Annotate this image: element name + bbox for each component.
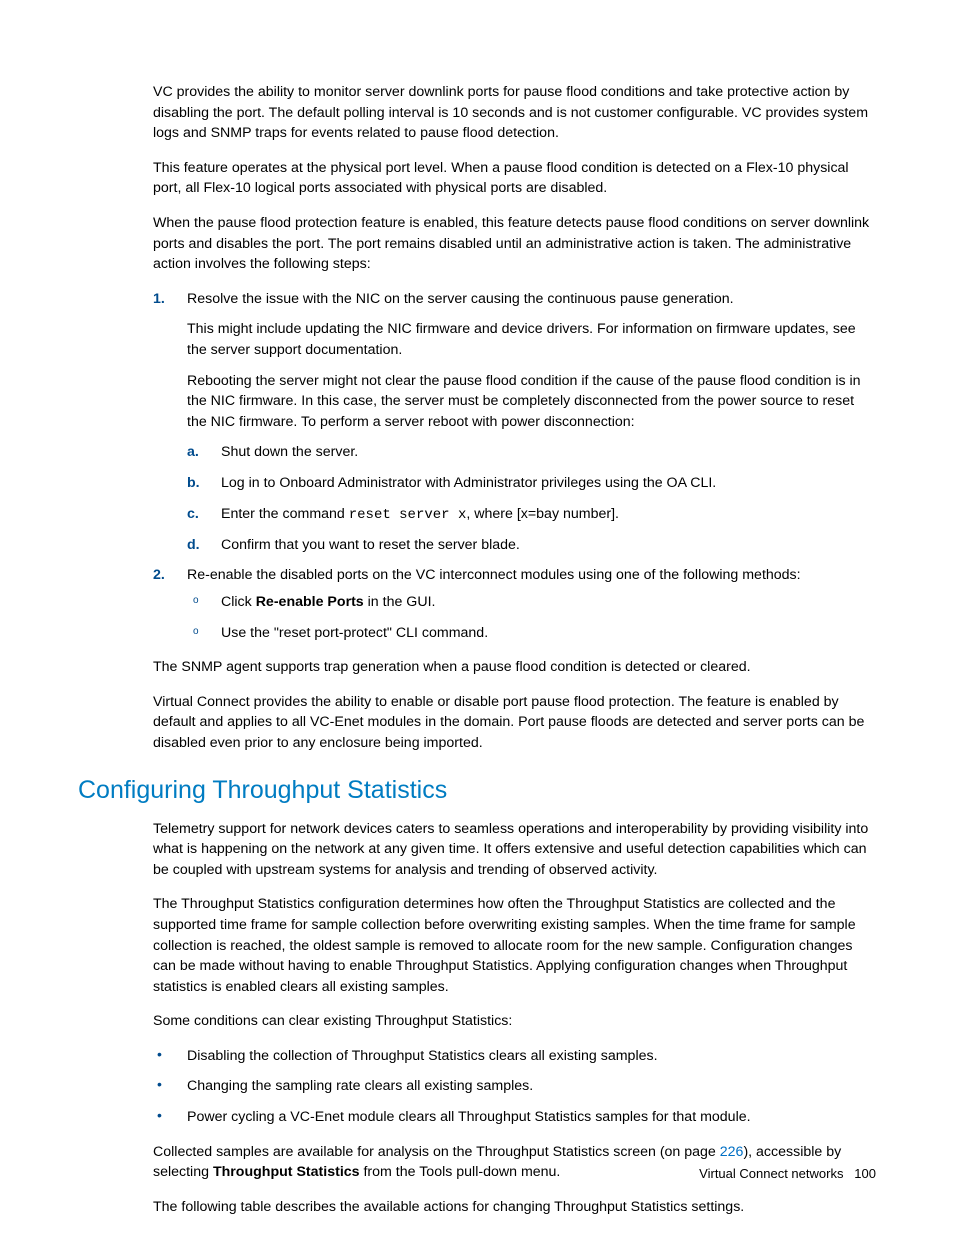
paragraph: Rebooting the server might not clear the… — [187, 371, 876, 433]
paragraph: This might include updating the NIC firm… — [187, 319, 876, 360]
circle-marker-icon: o — [193, 625, 199, 640]
list-marker: 1. — [153, 289, 179, 310]
list-marker: 2. — [153, 565, 179, 586]
list-item: d. Confirm that you want to reset the se… — [187, 535, 876, 556]
text: Collected samples are available for anal… — [153, 1144, 720, 1160]
bullet-marker-icon: • — [157, 1076, 162, 1093]
paragraph: Telemetry support for network devices ca… — [78, 819, 876, 881]
list-item-text: Re-enable the disabled ports on the VC i… — [187, 567, 801, 583]
paragraph: VC provides the ability to monitor serve… — [78, 82, 876, 144]
lettered-list: a. Shut down the server. b. Log in to On… — [187, 442, 876, 555]
bullet-list: • Disabling the collection of Throughput… — [78, 1046, 876, 1128]
list-item-text: Click Re-enable Ports in the GUI. — [221, 594, 435, 610]
code-text: reset server x — [349, 507, 467, 523]
list-item-text: Resolve the issue with the NIC on the se… — [187, 291, 734, 307]
footer-section-title: Virtual Connect networks — [699, 1166, 843, 1181]
list-item: b. Log in to Onboard Administrator with … — [187, 473, 876, 494]
list-item: • Changing the sampling rate clears all … — [153, 1076, 876, 1097]
list-marker: b. — [187, 473, 213, 494]
list-item: • Disabling the collection of Throughput… — [153, 1046, 876, 1067]
list-item-text: Use the "reset port-protect" CLI command… — [221, 625, 488, 641]
list-marker: c. — [187, 504, 213, 525]
list-item-text: Disabling the collection of Throughput S… — [187, 1048, 658, 1064]
list-item: c. Enter the command reset server x, whe… — [187, 504, 876, 525]
paragraph: The Throughput Statistics configuration … — [78, 894, 876, 997]
bullet-marker-icon: • — [157, 1046, 162, 1063]
list-item: 1. Resolve the issue with the NIC on the… — [153, 289, 876, 556]
bold-text: Re-enable Ports — [256, 594, 364, 610]
page-footer: Virtual Connect networks 100 — [699, 1166, 876, 1181]
paragraph: Virtual Connect provides the ability to … — [78, 692, 876, 754]
list-item: o Use the "reset port-protect" CLI comma… — [187, 623, 876, 644]
circle-marker-icon: o — [193, 594, 199, 609]
list-item-text: Shut down the server. — [221, 444, 358, 460]
list-item-text: Log in to Onboard Administrator with Adm… — [221, 475, 716, 491]
section-heading: Configuring Throughput Statistics — [78, 776, 876, 805]
paragraph: Some conditions can clear existing Throu… — [78, 1011, 876, 1032]
document-page: VC provides the ability to monitor serve… — [0, 0, 954, 1235]
list-item: a. Shut down the server. — [187, 442, 876, 463]
bullet-marker-icon: • — [157, 1107, 162, 1124]
text: Click — [221, 594, 256, 610]
list-item-text: Changing the sampling rate clears all ex… — [187, 1078, 533, 1094]
paragraph: The SNMP agent supports trap generation … — [78, 657, 876, 678]
list-item-text: Confirm that you want to reset the serve… — [221, 537, 520, 553]
list-item: • Power cycling a VC-Enet module clears … — [153, 1107, 876, 1128]
list-marker: d. — [187, 535, 213, 556]
text: in the GUI. — [364, 594, 436, 610]
bold-text: Throughput Statistics — [213, 1164, 360, 1180]
text: from the Tools pull-down menu. — [360, 1164, 561, 1180]
page-reference-link[interactable]: 226 — [720, 1144, 744, 1160]
footer-page-number: 100 — [854, 1166, 876, 1181]
list-item-text: Enter the command reset server x, where … — [221, 506, 619, 522]
list-item: 2. Re-enable the disabled ports on the V… — [153, 565, 876, 643]
list-item: o Click Re-enable Ports in the GUI. — [187, 592, 876, 613]
list-marker: a. — [187, 442, 213, 463]
text: Enter the command — [221, 506, 349, 522]
paragraph: The following table describes the availa… — [78, 1197, 876, 1218]
paragraph: This feature operates at the physical po… — [78, 158, 876, 199]
numbered-list: 1. Resolve the issue with the NIC on the… — [78, 289, 876, 643]
circle-list: o Click Re-enable Ports in the GUI. o Us… — [187, 592, 876, 643]
paragraph: When the pause flood protection feature … — [78, 213, 876, 275]
text: , where [x=bay number]. — [466, 506, 619, 522]
list-item-text: Power cycling a VC-Enet module clears al… — [187, 1109, 751, 1125]
